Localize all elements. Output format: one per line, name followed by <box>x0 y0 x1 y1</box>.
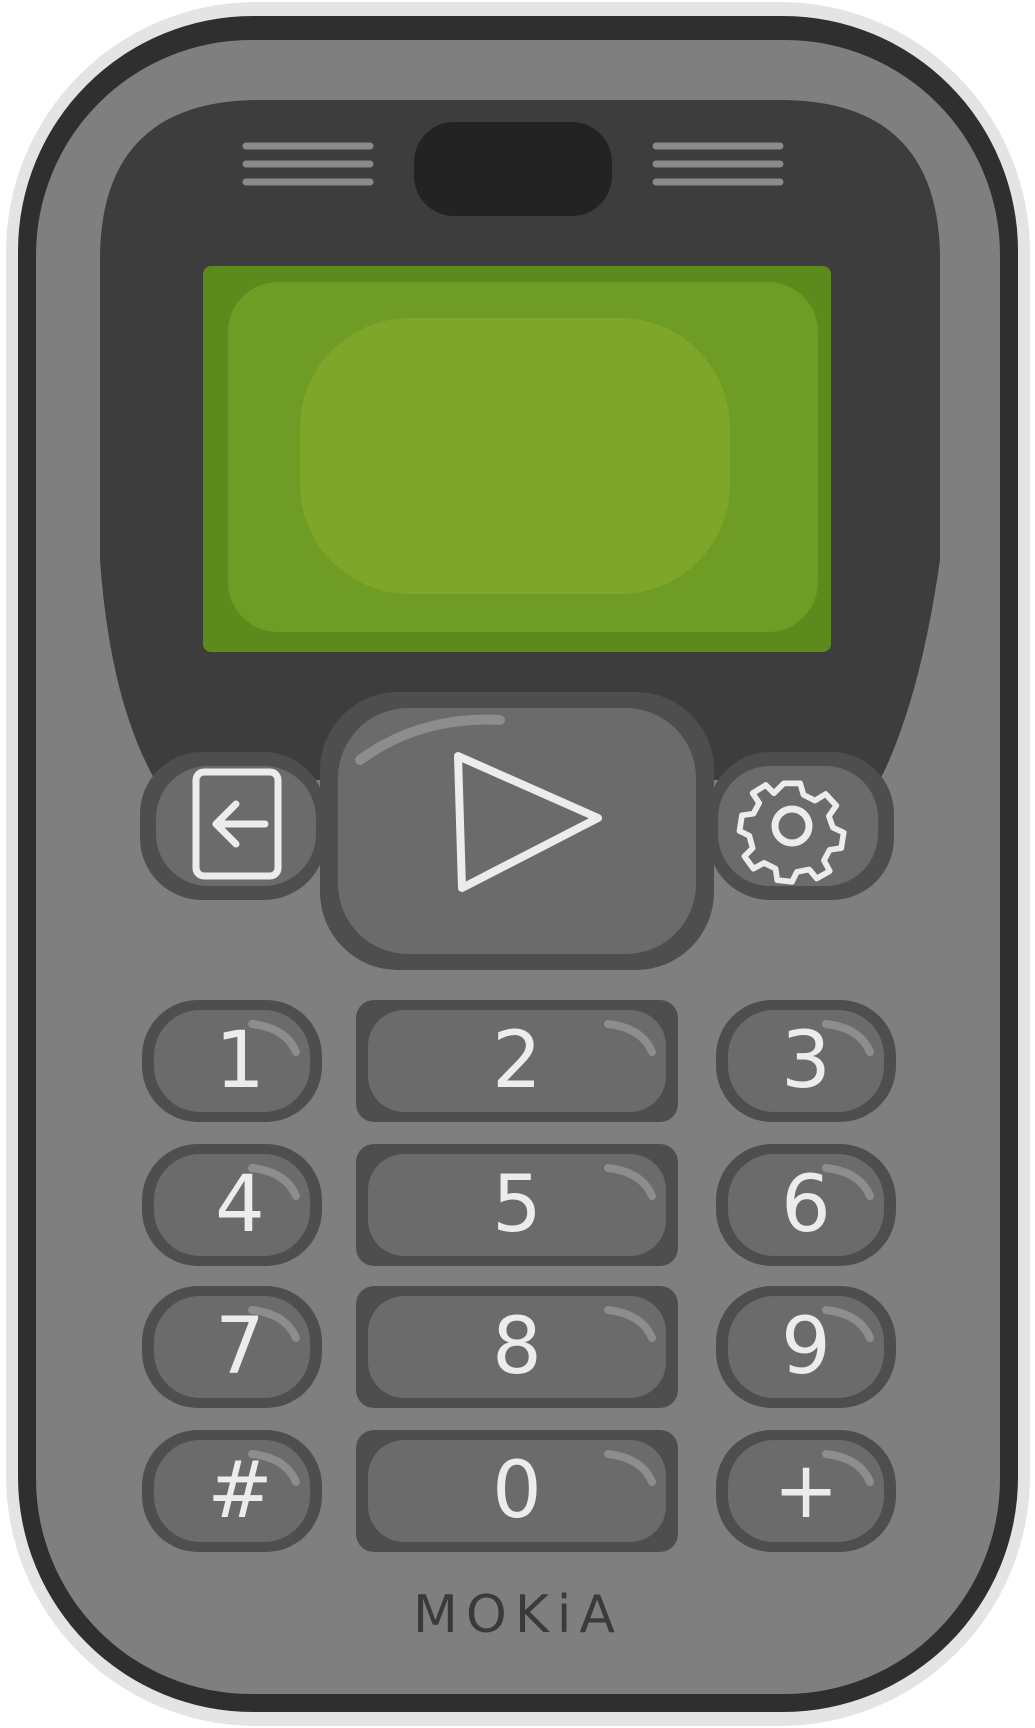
center-select-key[interactable] <box>320 692 714 970</box>
phone-screen[interactable] <box>203 266 831 652</box>
left-soft-key[interactable] <box>140 752 326 900</box>
key-8[interactable]: 8 <box>356 1286 678 1408</box>
key-label: 8 <box>492 1302 542 1392</box>
key-9[interactable]: 9 <box>716 1286 896 1408</box>
key-label: 5 <box>492 1160 542 1250</box>
key-1[interactable]: 1 <box>142 1000 322 1122</box>
key-label: # <box>207 1446 272 1536</box>
key-2[interactable]: 2 <box>356 1000 678 1122</box>
right-soft-key[interactable] <box>708 752 894 900</box>
key-label: 9 <box>781 1302 831 1392</box>
brand-logo: MOKiA <box>413 1585 623 1645</box>
key-label: 1 <box>215 1016 265 1106</box>
key-7[interactable]: 7 <box>142 1286 322 1408</box>
key-label: 3 <box>781 1016 831 1106</box>
key-3[interactable]: 3 <box>716 1000 896 1122</box>
key-0[interactable]: 0 <box>356 1430 678 1552</box>
key-label: 6 <box>781 1160 831 1250</box>
key-5[interactable]: 5 <box>356 1144 678 1266</box>
key-label: 2 <box>492 1016 542 1106</box>
key-4[interactable]: 4 <box>142 1144 322 1266</box>
key-label: 7 <box>215 1302 265 1392</box>
key-plus[interactable]: + <box>716 1430 896 1552</box>
key-6[interactable]: 6 <box>716 1144 896 1266</box>
earpiece <box>414 122 612 216</box>
key-label: + <box>773 1446 838 1536</box>
mobile-phone: 1 2 3 4 5 6 7 8 9 # 0 + MOKiA <box>6 2 1030 1726</box>
key-label: 0 <box>492 1446 542 1536</box>
key-label: 4 <box>215 1160 265 1250</box>
key-hash[interactable]: # <box>142 1430 322 1552</box>
